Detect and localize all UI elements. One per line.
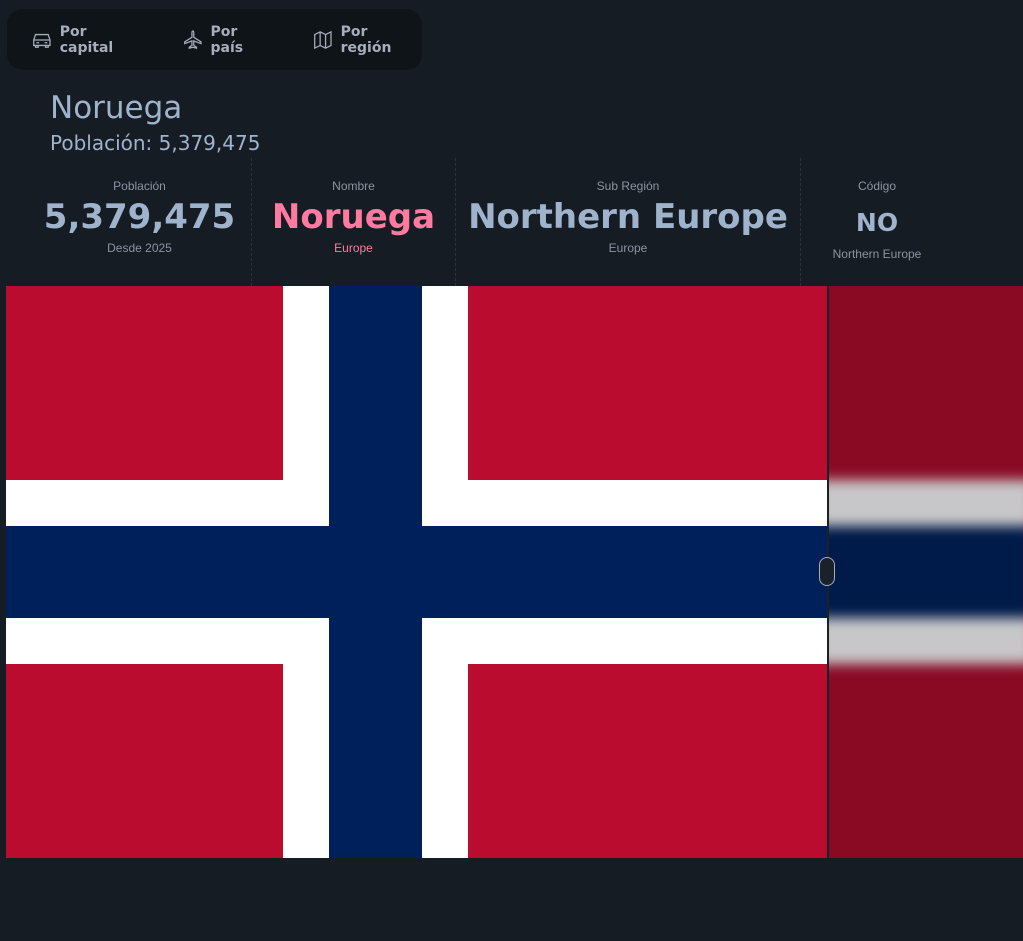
country-title: Noruega: [50, 90, 183, 126]
stats-panel: Población 5,379,475 Desde 2025 Nombre No…: [28, 158, 953, 286]
flag-image: [6, 286, 828, 858]
tab-bar: Por capital Por país Por región: [7, 9, 422, 70]
car-icon: [33, 33, 51, 48]
stat-desc: Northern Europe: [832, 247, 922, 261]
stat-value: 5,379,475: [43, 197, 236, 237]
stat-value: NO: [855, 208, 899, 237]
tab-por-region[interactable]: Por región: [312, 24, 422, 56]
stat-name: Nombre Noruega Europe: [252, 158, 456, 286]
flag-comparison[interactable]: [6, 286, 1023, 858]
tab-label: Por capital: [59, 23, 114, 56]
stat-value: Northern Europe: [468, 197, 788, 237]
flag-image-blurred: [828, 286, 1023, 858]
stat-value: Noruega: [271, 197, 436, 237]
tab-label: Por región: [340, 23, 392, 56]
stat-title: Sub Región: [596, 179, 660, 193]
stat-desc: Europe: [608, 241, 648, 255]
stat-title: Población: [113, 179, 166, 193]
stat-desc: Europe: [334, 241, 373, 255]
tab-por-capital[interactable]: Por capital: [31, 24, 144, 56]
tab-por-pais[interactable]: Por país: [182, 24, 274, 56]
stat-desc: Desde 2025: [107, 241, 172, 255]
map-icon: [313, 30, 332, 49]
stat-title: Nombre: [332, 179, 375, 193]
stat-population: Población 5,379,475 Desde 2025: [28, 158, 252, 286]
stat-title: Código: [857, 179, 897, 193]
airplane-icon: [183, 29, 202, 49]
comparison-slider-handle[interactable]: [819, 557, 835, 586]
tab-label: Por país: [210, 23, 244, 56]
stat-code: Código NO Northern Europe: [801, 158, 953, 286]
country-population: Población: 5,379,475: [50, 131, 261, 155]
stat-subregion: Sub Región Northern Europe Europe: [456, 158, 801, 286]
